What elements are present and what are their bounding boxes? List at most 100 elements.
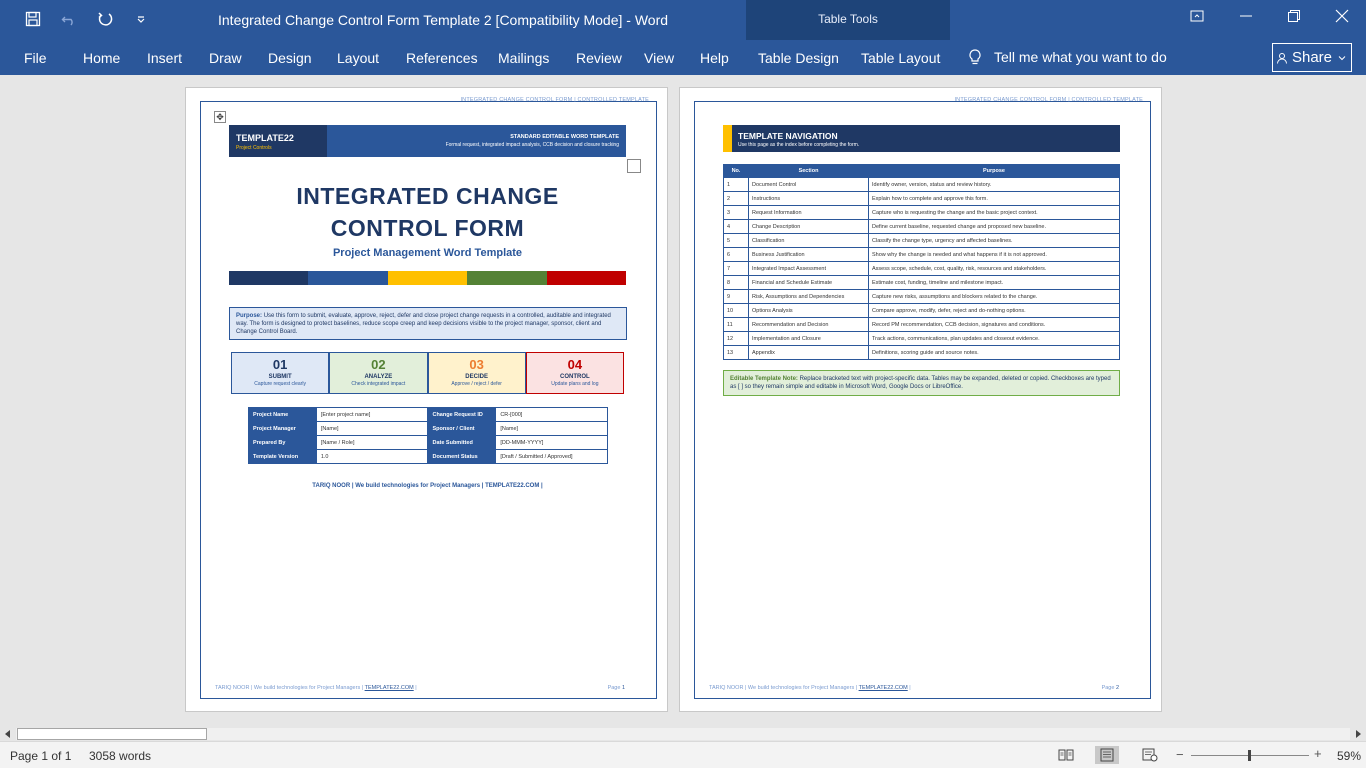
minimize-button[interactable] (1222, 0, 1270, 32)
table-cell[interactable]: Recommendation and Decision (748, 317, 869, 332)
field-value[interactable]: CR-[000] (495, 407, 608, 422)
scroll-left-button[interactable] (0, 727, 16, 741)
field-value[interactable]: [Enter project name] (315, 407, 429, 422)
table-cell[interactable]: Definitions, scoring guide and source no… (868, 345, 1120, 360)
word-count[interactable]: 3058 words (89, 749, 151, 763)
document-canvas[interactable]: INTEGRATED CHANGE CONTROL FORM | CONTROL… (0, 75, 1366, 727)
field-value[interactable]: 1.0 (315, 449, 429, 464)
page-count[interactable]: Page 1 of 1 (10, 749, 71, 763)
field-value[interactable]: [Draft / Submitted / Approved] (495, 449, 608, 464)
table-cell[interactable]: 5 (723, 233, 749, 248)
footer-link[interactable]: TEMPLATE22.COM (365, 685, 414, 691)
page-label: Page (607, 685, 622, 691)
redo-button[interactable] (94, 8, 116, 30)
ribbon-display-options-button[interactable] (1173, 0, 1221, 32)
zoom-in-button[interactable]: + (1314, 746, 1322, 761)
table-cell[interactable]: 8 (723, 275, 749, 290)
print-layout-button[interactable] (1095, 746, 1119, 764)
navigation-table[interactable]: No. Section Purpose 1 Document Control Identi… (723, 164, 1120, 360)
restore-button[interactable] (1270, 0, 1318, 32)
tab-table-layout[interactable]: Table Layout (861, 50, 940, 66)
scroll-thumb[interactable] (17, 728, 207, 740)
table-cell[interactable]: Compare approve, modify, defer, reject a… (868, 303, 1120, 318)
read-mode-button[interactable] (1054, 746, 1078, 764)
web-layout-button[interactable] (1138, 746, 1162, 764)
table-cell[interactable]: 1 (723, 177, 749, 192)
zoom-level[interactable]: 59% (1337, 749, 1361, 763)
tab-layout[interactable]: Layout (337, 50, 379, 66)
table-cell[interactable]: 9 (723, 289, 749, 304)
table-cell[interactable]: Risk, Assumptions and Dependencies (748, 289, 869, 304)
table-cell[interactable]: Record PM recommendation, CCB decision, … (868, 317, 1120, 332)
table-cell[interactable]: Change Description (748, 219, 869, 234)
table-cell[interactable]: Options Analysis (748, 303, 869, 318)
table-cell[interactable]: Capture who is requesting the change and… (868, 205, 1120, 220)
editable-note-box[interactable]: Editable Template Note: Replace brackete… (723, 370, 1120, 396)
tab-review[interactable]: Review (576, 50, 622, 66)
field-value[interactable]: [Name / Role] (315, 435, 429, 450)
page-label: Page (1101, 685, 1116, 691)
table-cell[interactable]: 13 (723, 345, 749, 360)
tab-references[interactable]: References (406, 50, 478, 66)
page-1[interactable]: INTEGRATED CHANGE CONTROL FORM | CONTROL… (185, 87, 668, 712)
field-value[interactable]: [Name] (495, 421, 608, 436)
table-cell[interactable]: 6 (723, 247, 749, 262)
table-cell[interactable]: Track actions, communications, plan upda… (868, 331, 1120, 346)
table-cell[interactable]: Assess scope, schedule, cost, quality, r… (868, 261, 1120, 276)
tab-table-design[interactable]: Table Design (758, 50, 839, 66)
table-cell[interactable]: Appendix (748, 345, 869, 360)
tab-view[interactable]: View (644, 50, 674, 66)
table-row: Project Name [Enter project name] Change R… (248, 407, 608, 422)
table-cell[interactable]: Estimate cost, funding, timeline and mil… (868, 275, 1120, 290)
save-button[interactable] (22, 8, 44, 30)
table-cell[interactable]: 7 (723, 261, 749, 276)
share-button[interactable]: Share (1272, 43, 1352, 72)
tell-me-search[interactable]: Tell me what you want to do (966, 48, 1167, 66)
table-cell[interactable]: Classification (748, 233, 869, 248)
table-cell[interactable]: 11 (723, 317, 749, 332)
table-cell[interactable]: 3 (723, 205, 749, 220)
tab-file[interactable]: File (24, 50, 47, 66)
table-cell[interactable]: Document Control (748, 177, 869, 192)
scroll-right-button[interactable] (1350, 727, 1366, 741)
tab-help[interactable]: Help (700, 50, 729, 66)
close-button[interactable] (1318, 0, 1366, 32)
chevron-down-icon (1338, 55, 1346, 60)
tab-design[interactable]: Design (268, 50, 312, 66)
table-cell[interactable]: Financial and Schedule Estimate (748, 275, 869, 290)
tab-draw[interactable]: Draw (209, 50, 242, 66)
table-cell[interactable]: 2 (723, 191, 749, 206)
zoom-out-button[interactable]: − (1176, 747, 1184, 762)
horizontal-scrollbar[interactable] (0, 727, 1366, 741)
zoom-slider-thumb[interactable] (1248, 750, 1251, 761)
footer-link[interactable]: TEMPLATE22.COM (859, 685, 908, 691)
scroll-track[interactable] (16, 728, 1350, 740)
tab-home[interactable]: Home (83, 50, 120, 66)
project-info-table[interactable]: Project Name [Enter project name] Change R… (248, 407, 608, 464)
tab-mailings[interactable]: Mailings (498, 50, 549, 66)
table-cell[interactable]: Explain how to complete and approve this… (868, 191, 1120, 206)
table-cell[interactable]: Instructions (748, 191, 869, 206)
table-resize-handle[interactable] (627, 159, 641, 173)
table-move-handle[interactable]: ✥ (214, 111, 226, 123)
table-cell[interactable]: Integrated Impact Assessment (748, 261, 869, 276)
field-value[interactable]: [DD-MMM-YYYY] (495, 435, 608, 450)
table-cell[interactable]: 12 (723, 331, 749, 346)
field-value[interactable]: [Name] (315, 421, 429, 436)
table-cell[interactable]: Request Information (748, 205, 869, 220)
page-2[interactable]: INTEGRATED CHANGE CONTROL FORM | CONTROL… (679, 87, 1162, 712)
table-cell[interactable]: Show why the change is needed and what h… (868, 247, 1120, 262)
tab-insert[interactable]: Insert (147, 50, 182, 66)
customize-qat-button[interactable] (130, 8, 152, 30)
table-cell[interactable]: Identify owner, version, status and revi… (868, 177, 1120, 192)
undo-button[interactable] (58, 8, 80, 30)
color-bar-segment (387, 271, 468, 285)
table-cell[interactable]: 4 (723, 219, 749, 234)
table-cell[interactable]: Define current baseline, requested chang… (868, 219, 1120, 234)
table-cell[interactable]: Capture new risks, assumptions and block… (868, 289, 1120, 304)
table-cell[interactable]: 10 (723, 303, 749, 318)
purpose-box[interactable]: Purpose: Use this form to submit, evalua… (229, 307, 627, 340)
table-cell[interactable]: Implementation and Closure (748, 331, 869, 346)
table-cell[interactable]: Classify the change type, urgency and af… (868, 233, 1120, 248)
table-cell[interactable]: Business Justification (748, 247, 869, 262)
